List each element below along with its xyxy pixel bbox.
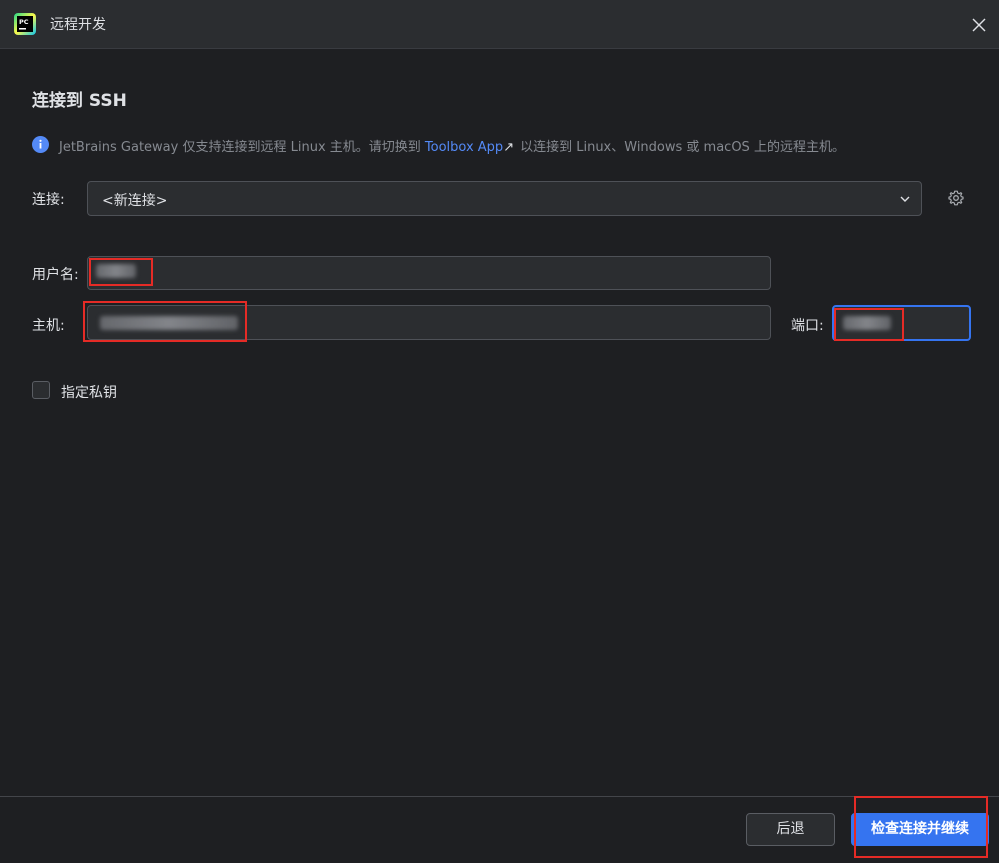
port-label: 端口: bbox=[791, 318, 824, 334]
redacted-username bbox=[96, 264, 136, 278]
redacted-port bbox=[843, 316, 891, 330]
window-title: 远程开发 bbox=[50, 17, 106, 33]
info-prefix: JetBrains Gateway 仅支持连接到远程 Linux 主机。请切换到 bbox=[59, 140, 425, 155]
check-connection-continue-button[interactable]: 检查连接并继续 bbox=[851, 813, 989, 846]
info-suffix: 以连接到 Linux、Windows 或 macOS 上的远程主机。 bbox=[520, 140, 845, 155]
connection-selected-value: <新连接> bbox=[102, 193, 168, 209]
info-message: JetBrains Gateway 仅支持连接到远程 Linux 主机。请切换到… bbox=[59, 136, 845, 155]
private-key-label: 指定私钥 bbox=[61, 385, 117, 401]
remote-dev-dialog: PC 远程开发 连接到 SSH JetBrains Gateway 仅支持连接到… bbox=[0, 0, 999, 863]
logo-text: PC bbox=[19, 18, 29, 26]
username-label: 用户名: bbox=[32, 267, 79, 283]
username-input[interactable] bbox=[87, 256, 771, 290]
toolbox-app-link[interactable]: Toolbox App bbox=[425, 140, 503, 155]
connection-dropdown[interactable]: <新连接> bbox=[87, 181, 922, 216]
title-bar: PC 远程开发 bbox=[0, 0, 999, 49]
external-link-icon: ↗ bbox=[503, 140, 515, 155]
connection-label: 连接: bbox=[32, 192, 65, 208]
back-button[interactable]: 后退 bbox=[746, 813, 835, 846]
chevron-down-icon bbox=[900, 196, 910, 202]
host-label: 主机: bbox=[32, 318, 65, 334]
pycharm-logo-icon: PC bbox=[14, 13, 36, 35]
info-icon bbox=[32, 136, 49, 153]
close-icon[interactable] bbox=[964, 10, 994, 40]
dialog-footer bbox=[0, 796, 999, 863]
page-title: 连接到 SSH bbox=[32, 91, 127, 111]
gear-icon[interactable] bbox=[947, 189, 965, 207]
redacted-host bbox=[100, 316, 238, 330]
private-key-checkbox[interactable] bbox=[32, 381, 50, 399]
